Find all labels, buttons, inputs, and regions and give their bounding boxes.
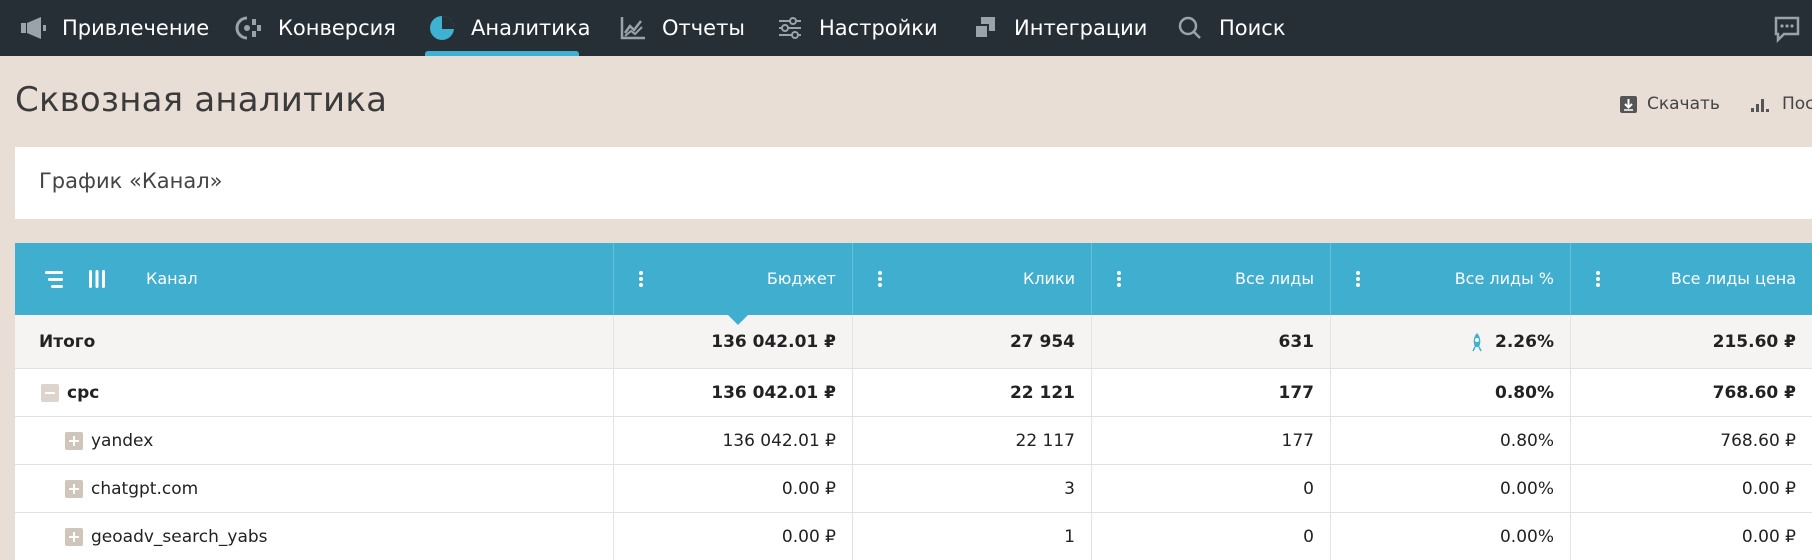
column-header-leads[interactable]: Все лиды: [1092, 243, 1331, 315]
expand-icon[interactable]: [65, 527, 83, 546]
cell-clicks: 1: [853, 513, 1092, 560]
cell-clicks: 3: [853, 465, 1092, 512]
cell-lead-price: 768.60 ₽: [1720, 430, 1796, 451]
nav-label: Конверсия: [278, 16, 396, 40]
nav-label: Поиск: [1219, 16, 1286, 40]
build-chart-button[interactable]: Пос: [1750, 94, 1812, 114]
pie-chart-icon: [427, 13, 457, 43]
download-label: Скачать: [1647, 94, 1720, 114]
cell-clicks: 22 117: [853, 417, 1092, 464]
chart-card[interactable]: График «Канал»: [15, 147, 1812, 219]
cell-leads-pct: 0.80%: [1331, 417, 1571, 464]
cell-leads: 631: [1092, 315, 1331, 368]
column-header-lead-price[interactable]: Все лиды цена: [1571, 243, 1812, 315]
expand-icon[interactable]: [65, 431, 83, 450]
cell-clicks: 27 954: [853, 315, 1092, 368]
cell-leads-pct: 2.26%: [1331, 315, 1571, 368]
cell-leads-pct-value: 2.26%: [1495, 331, 1554, 352]
tree-view-icon[interactable]: [45, 269, 65, 293]
column-menu-icon[interactable]: [638, 270, 644, 288]
cell-lead-price: 0.00 ₽: [1741, 478, 1796, 499]
column-label: Все лиды %: [1454, 269, 1554, 288]
table-row[interactable]: cpc 136 042.01 ₽ 22 121 177 0.80% 768.60…: [15, 369, 1812, 417]
megaphone-icon: [18, 13, 48, 43]
nav-item-integrations[interactable]: Интеграции: [970, 0, 1147, 56]
cell-clicks: 22 121: [853, 369, 1092, 416]
chat-icon[interactable]: [1770, 12, 1802, 44]
chart-card-title: График «Канал»: [39, 169, 223, 193]
column-menu-icon[interactable]: [877, 270, 883, 288]
nav-item-search[interactable]: Поиск: [1175, 0, 1286, 56]
columns-icon[interactable]: [87, 269, 107, 293]
analytics-table: Канал Бюджет Клики Все лиды Все лиды % В…: [15, 243, 1812, 560]
sliders-icon: [775, 13, 805, 43]
table-row[interactable]: geoadv_search_yabs 0.00 ₽ 1 0 0.00% 0.00…: [15, 513, 1812, 560]
column-label: Все лиды цена: [1670, 269, 1796, 288]
top-navigation: Привлечение Конверсия Аналитика Отчеты Н…: [0, 0, 1812, 56]
nav-label: Настройки: [819, 16, 938, 40]
table-row-total: Итого 136 042.01 ₽ 27 954 631 2.26% 215.…: [15, 315, 1812, 369]
column-menu-icon[interactable]: [1595, 270, 1601, 288]
column-label: Клики: [1022, 269, 1075, 288]
column-label: Бюджет: [766, 269, 836, 288]
cell-budget: 136 042.01 ₽: [614, 417, 853, 464]
cell-budget: 0.00 ₽: [614, 465, 853, 512]
nav-item-acquisition[interactable]: Привлечение: [18, 0, 209, 56]
table-header: Канал Бюджет Клики Все лиды Все лиды % В…: [15, 243, 1812, 325]
rocket-icon: [1472, 332, 1482, 351]
nav-label: Интеграции: [1014, 16, 1148, 40]
cell-leads-pct: 0.00%: [1331, 513, 1571, 560]
nav-label: Привлечение: [62, 16, 210, 40]
cell-name: yandex: [15, 417, 614, 464]
table-row[interactable]: chatgpt.com 0.00 ₽ 3 0 0.00% 0.00 ₽: [15, 465, 1812, 513]
nav-item-conversion[interactable]: Конверсия: [234, 0, 396, 56]
nav-label: Аналитика: [471, 16, 591, 40]
column-header-channel[interactable]: Канал: [15, 243, 614, 315]
nav-item-analytics[interactable]: Аналитика: [427, 0, 590, 56]
line-chart-icon: [618, 13, 648, 43]
column-menu-icon[interactable]: [1355, 270, 1361, 288]
column-header-clicks[interactable]: Клики: [853, 243, 1092, 315]
bar-chart-icon: [1750, 95, 1772, 113]
column-label: Канал: [146, 269, 198, 288]
sort-caret: [727, 314, 749, 325]
collapse-icon[interactable]: [41, 383, 59, 402]
build-label: Пос: [1782, 94, 1812, 114]
column-label: Все лиды: [1234, 269, 1314, 288]
nav-item-reports[interactable]: Отчеты: [618, 0, 745, 56]
conversion-icon: [234, 13, 264, 43]
nav-item-settings[interactable]: Настройки: [775, 0, 938, 56]
table-row[interactable]: yandex 136 042.01 ₽ 22 117 177 0.80% 768…: [15, 417, 1812, 465]
expand-icon[interactable]: [65, 479, 83, 498]
cell-budget: 136 042.01 ₽: [614, 369, 853, 416]
cell-lead-price: 0.00 ₽: [1741, 526, 1796, 547]
row-name: yandex: [91, 430, 154, 451]
row-name: cpc: [67, 382, 100, 403]
cell-name: Итого: [15, 315, 614, 368]
cell-leads: 0: [1092, 513, 1331, 560]
cell-lead-price: 768.60 ₽: [1712, 382, 1796, 403]
search-icon: [1175, 13, 1205, 43]
puzzle-icon: [970, 13, 1000, 43]
download-button[interactable]: Скачать: [1620, 94, 1720, 114]
column-menu-icon[interactable]: [1116, 270, 1122, 288]
cell-name: cpc: [15, 369, 614, 416]
page-title: Сквозная аналитика: [15, 80, 388, 120]
column-header-leads-pct[interactable]: Все лиды %: [1331, 243, 1571, 315]
row-name: chatgpt.com: [91, 478, 199, 499]
cell-lead-price: 215.60 ₽: [1712, 331, 1796, 352]
column-header-budget[interactable]: Бюджет: [614, 243, 853, 315]
cell-leads-pct: 0.80%: [1331, 369, 1571, 416]
cell-name: geoadv_search_yabs: [15, 513, 614, 560]
nav-active-indicator: [425, 51, 579, 56]
cell-leads: 177: [1092, 417, 1331, 464]
cell-name: chatgpt.com: [15, 465, 614, 512]
row-name: geoadv_search_yabs: [91, 526, 268, 547]
cell-budget: 0.00 ₽: [614, 513, 853, 560]
cell-leads: 0: [1092, 465, 1331, 512]
download-icon: [1620, 95, 1637, 113]
cell-leads-pct: 0.00%: [1331, 465, 1571, 512]
cell-leads: 177: [1092, 369, 1331, 416]
nav-label: Отчеты: [662, 16, 745, 40]
